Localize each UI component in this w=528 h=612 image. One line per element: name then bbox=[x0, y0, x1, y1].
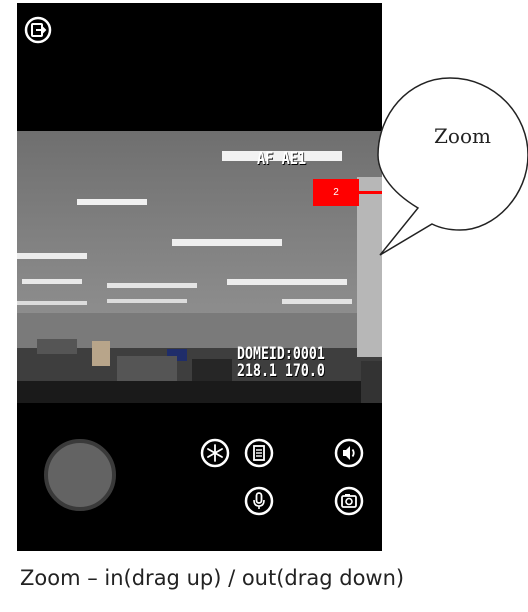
camera-video-feed[interactable]: AF AE1 DOMEID:0001 218.1 170.0 2 bbox=[17, 131, 382, 403]
zoom-callout-bubble bbox=[377, 77, 528, 256]
zoom-callout-label: Zoom bbox=[434, 124, 491, 148]
speaker-icon[interactable] bbox=[334, 438, 364, 468]
exit-icon[interactable] bbox=[23, 15, 53, 45]
notepad-icon[interactable] bbox=[244, 438, 274, 468]
camera-icon[interactable] bbox=[334, 486, 364, 516]
osd-focus-exposure-text: AF AE1 bbox=[257, 149, 307, 169]
zoom-caption: Zoom – in(drag up) / out(drag down) bbox=[20, 566, 405, 590]
office-scene-image bbox=[17, 131, 382, 403]
freeze-icon[interactable] bbox=[200, 438, 230, 468]
ptz-joystick[interactable] bbox=[44, 439, 116, 511]
osd-coordinates: 218.1 170.0 bbox=[237, 361, 325, 381]
zoom-level-badge[interactable]: 2 bbox=[313, 179, 359, 206]
viewer-screen: AF AE1 DOMEID:0001 218.1 170.0 2 bbox=[17, 3, 382, 551]
microphone-icon[interactable] bbox=[244, 486, 274, 516]
osd-dome-info: DOMEID:0001 218.1 170.0 bbox=[237, 346, 325, 380]
